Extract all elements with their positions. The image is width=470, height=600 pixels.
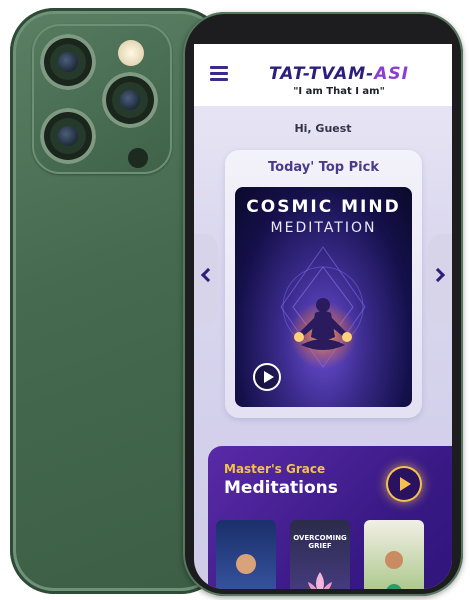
app-header: TAT-TVAM-ASI "I am That I am"	[194, 44, 452, 106]
meditation-thumbnail[interactable]	[364, 520, 424, 589]
chevron-left-icon	[200, 267, 216, 283]
camera-lens-icon	[102, 72, 158, 128]
camera-lens-icon	[40, 108, 96, 164]
masters-grace-section: Master's Grace Meditations OVERCOMING GR…	[208, 446, 452, 589]
chevron-right-icon	[430, 267, 446, 283]
sensor-icon	[128, 148, 148, 168]
hamburger-menu-icon[interactable]	[210, 66, 228, 82]
person-icon	[385, 551, 403, 589]
top-pick-card[interactable]: Today' Top Pick COSMIC MIND MEDITATION	[225, 150, 422, 418]
flash-icon	[118, 40, 144, 66]
carousel-prev-button[interactable]	[194, 234, 218, 326]
lotus-icon	[308, 572, 332, 589]
person-icon	[236, 554, 256, 574]
meditation-poster[interactable]: COSMIC MIND MEDITATION	[235, 187, 412, 407]
camera-lens-icon	[40, 34, 96, 90]
greeting-text: Hi, Guest	[294, 122, 352, 135]
app-screen: TAT-TVAM-ASI "I am That I am" Hi, Guest …	[194, 44, 452, 589]
carousel-next-button[interactable]	[428, 234, 452, 326]
masters-kicker: Master's Grace	[224, 462, 326, 476]
masters-play-button[interactable]	[388, 468, 420, 500]
top-pick-heading: Today' Top Pick	[268, 160, 379, 175]
poster-play-button[interactable]	[253, 363, 281, 391]
brand-accent: ASI	[374, 64, 409, 84]
meditation-thumbnail[interactable]: OVERCOMING GRIEF	[290, 520, 350, 589]
product-mockup: TAT-TVAM-ASI "I am That I am" Hi, Guest …	[0, 0, 470, 600]
masters-title: Meditations	[224, 478, 338, 498]
camera-module	[32, 24, 172, 174]
meditation-thumbnail[interactable]	[216, 520, 276, 589]
brand-tagline: "I am That I am"	[293, 86, 385, 97]
brand-main: TAT-TVAM-	[269, 64, 375, 84]
brand-logo: TAT-TVAM-ASI	[244, 64, 434, 84]
